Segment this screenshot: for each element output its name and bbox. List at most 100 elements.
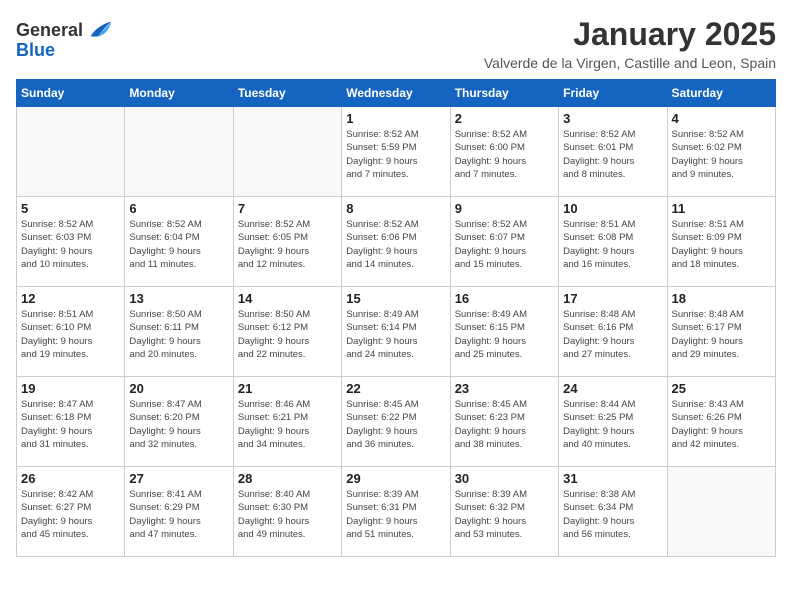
- cell-info: Sunrise: 8:38 AM Sunset: 6:34 PM Dayligh…: [563, 488, 662, 541]
- cell-info: Sunrise: 8:49 AM Sunset: 6:14 PM Dayligh…: [346, 308, 445, 361]
- logo-text-general: General: [16, 20, 83, 41]
- calendar-week-row: 26 Sunrise: 8:42 AM Sunset: 6:27 PM Dayli…: [17, 467, 776, 557]
- day-number: 20: [129, 381, 228, 396]
- cell-info: Sunrise: 8:48 AM Sunset: 6:16 PM Dayligh…: [563, 308, 662, 361]
- day-number: 7: [238, 201, 337, 216]
- cell-info: Sunrise: 8:42 AM Sunset: 6:27 PM Dayligh…: [21, 488, 120, 541]
- calendar-cell: 12 Sunrise: 8:51 AM Sunset: 6:10 PM Dayli…: [17, 287, 125, 377]
- day-header-monday: Monday: [125, 80, 233, 107]
- day-number: 22: [346, 381, 445, 396]
- header: General Blue January 2025 Valverde de la…: [16, 16, 776, 71]
- day-number: 26: [21, 471, 120, 486]
- calendar-cell: 24 Sunrise: 8:44 AM Sunset: 6:25 PM Dayli…: [559, 377, 667, 467]
- calendar-cell: 4 Sunrise: 8:52 AM Sunset: 6:02 PM Daylig…: [667, 107, 775, 197]
- calendar-cell: 1 Sunrise: 8:52 AM Sunset: 5:59 PM Daylig…: [342, 107, 450, 197]
- day-number: 8: [346, 201, 445, 216]
- cell-info: Sunrise: 8:52 AM Sunset: 6:00 PM Dayligh…: [455, 128, 554, 181]
- day-number: 9: [455, 201, 554, 216]
- calendar-cell: 18Sunrise: 8:48 AM Sunset: 6:17 PM Dayli…: [667, 287, 775, 377]
- cell-info: Sunrise: 8:51 AM Sunset: 6:10 PM Dayligh…: [21, 308, 120, 361]
- calendar-cell: 3 Sunrise: 8:52 AM Sunset: 6:01 PM Daylig…: [559, 107, 667, 197]
- cell-info: Sunrise: 8:44 AM Sunset: 6:25 PM Dayligh…: [563, 398, 662, 451]
- day-header-thursday: Thursday: [450, 80, 558, 107]
- calendar-header-row: SundayMondayTuesdayWednesdayThursdayFrid…: [17, 80, 776, 107]
- calendar-cell: 29Sunrise: 8:39 AM Sunset: 6:31 PM Dayli…: [342, 467, 450, 557]
- calendar-cell: [667, 467, 775, 557]
- cell-info: Sunrise: 8:47 AM Sunset: 6:18 PM Dayligh…: [21, 398, 120, 451]
- logo: General Blue: [16, 16, 113, 61]
- calendar-cell: 19 Sunrise: 8:47 AM Sunset: 6:18 PM Dayli…: [17, 377, 125, 467]
- day-number: 23: [455, 381, 554, 396]
- day-number: 25: [672, 381, 771, 396]
- calendar-cell: 13Sunrise: 8:50 AM Sunset: 6:11 PM Dayli…: [125, 287, 233, 377]
- day-number: 4: [672, 111, 771, 126]
- calendar-cell: 2Sunrise: 8:52 AM Sunset: 6:00 PM Daylig…: [450, 107, 558, 197]
- day-header-wednesday: Wednesday: [342, 80, 450, 107]
- logo-bird-icon: [85, 16, 113, 44]
- calendar-cell: 30 Sunrise: 8:39 AM Sunset: 6:32 PM Dayli…: [450, 467, 558, 557]
- cell-info: Sunrise: 8:52 AM Sunset: 5:59 PM Dayligh…: [346, 128, 445, 181]
- day-number: 6: [129, 201, 228, 216]
- calendar-week-row: 5 Sunrise: 8:52 AM Sunset: 6:03 PM Daylig…: [17, 197, 776, 287]
- day-number: 12: [21, 291, 120, 306]
- day-number: 27: [129, 471, 228, 486]
- cell-info: Sunrise: 8:51 AM Sunset: 6:08 PM Dayligh…: [563, 218, 662, 271]
- calendar-cell: 14 Sunrise: 8:50 AM Sunset: 6:12 PM Dayli…: [233, 287, 341, 377]
- day-number: 24: [563, 381, 662, 396]
- cell-info: Sunrise: 8:51 AM Sunset: 6:09 PM Dayligh…: [672, 218, 771, 271]
- day-number: 14: [238, 291, 337, 306]
- calendar-cell: 25 Sunrise: 8:43 AM Sunset: 6:26 PM Dayli…: [667, 377, 775, 467]
- cell-info: Sunrise: 8:40 AM Sunset: 6:30 PM Dayligh…: [238, 488, 337, 541]
- calendar-cell: 7 Sunrise: 8:52 AM Sunset: 6:05 PM Daylig…: [233, 197, 341, 287]
- calendar-cell: 31 Sunrise: 8:38 AM Sunset: 6:34 PM Dayli…: [559, 467, 667, 557]
- calendar-cell: 10 Sunrise: 8:51 AM Sunset: 6:08 PM Dayli…: [559, 197, 667, 287]
- calendar-cell: [233, 107, 341, 197]
- cell-info: Sunrise: 8:39 AM Sunset: 6:32 PM Dayligh…: [455, 488, 554, 541]
- calendar-cell: 28 Sunrise: 8:40 AM Sunset: 6:30 PM Dayli…: [233, 467, 341, 557]
- day-number: 13: [129, 291, 228, 306]
- calendar-cell: 15 Sunrise: 8:49 AM Sunset: 6:14 PM Dayli…: [342, 287, 450, 377]
- calendar-table: SundayMondayTuesdayWednesdayThursdayFrid…: [16, 79, 776, 557]
- day-number: 18: [672, 291, 771, 306]
- day-number: 28: [238, 471, 337, 486]
- cell-info: Sunrise: 8:43 AM Sunset: 6:26 PM Dayligh…: [672, 398, 771, 451]
- calendar-cell: 20 Sunrise: 8:47 AM Sunset: 6:20 PM Dayli…: [125, 377, 233, 467]
- title-area: January 2025 Valverde de la Virgen, Cast…: [484, 16, 776, 71]
- calendar-week-row: 12 Sunrise: 8:51 AM Sunset: 6:10 PM Dayli…: [17, 287, 776, 377]
- calendar-cell: 6 Sunrise: 8:52 AM Sunset: 6:04 PM Daylig…: [125, 197, 233, 287]
- day-number: 31: [563, 471, 662, 486]
- calendar-cell: 22Sunrise: 8:45 AM Sunset: 6:22 PM Dayli…: [342, 377, 450, 467]
- calendar-cell: 21Sunrise: 8:46 AM Sunset: 6:21 PM Dayli…: [233, 377, 341, 467]
- day-header-friday: Friday: [559, 80, 667, 107]
- calendar-week-row: 19 Sunrise: 8:47 AM Sunset: 6:18 PM Dayli…: [17, 377, 776, 467]
- calendar-cell: 11Sunrise: 8:51 AM Sunset: 6:09 PM Dayli…: [667, 197, 775, 287]
- day-number: 3: [563, 111, 662, 126]
- cell-info: Sunrise: 8:52 AM Sunset: 6:01 PM Dayligh…: [563, 128, 662, 181]
- calendar-cell: 23Sunrise: 8:45 AM Sunset: 6:23 PM Dayli…: [450, 377, 558, 467]
- cell-info: Sunrise: 8:49 AM Sunset: 6:15 PM Dayligh…: [455, 308, 554, 361]
- cell-info: Sunrise: 8:52 AM Sunset: 6:05 PM Dayligh…: [238, 218, 337, 271]
- cell-info: Sunrise: 8:50 AM Sunset: 6:12 PM Dayligh…: [238, 308, 337, 361]
- calendar-cell: 27 Sunrise: 8:41 AM Sunset: 6:29 PM Dayli…: [125, 467, 233, 557]
- day-number: 19: [21, 381, 120, 396]
- day-number: 5: [21, 201, 120, 216]
- day-number: 1: [346, 111, 445, 126]
- cell-info: Sunrise: 8:47 AM Sunset: 6:20 PM Dayligh…: [129, 398, 228, 451]
- day-number: 30: [455, 471, 554, 486]
- cell-info: Sunrise: 8:41 AM Sunset: 6:29 PM Dayligh…: [129, 488, 228, 541]
- calendar-cell: [125, 107, 233, 197]
- day-number: 15: [346, 291, 445, 306]
- day-number: 16: [455, 291, 554, 306]
- day-number: 10: [563, 201, 662, 216]
- logo-text-blue: Blue: [16, 40, 55, 61]
- cell-info: Sunrise: 8:52 AM Sunset: 6:03 PM Dayligh…: [21, 218, 120, 271]
- calendar-cell: 5 Sunrise: 8:52 AM Sunset: 6:03 PM Daylig…: [17, 197, 125, 287]
- cell-info: Sunrise: 8:52 AM Sunset: 6:04 PM Dayligh…: [129, 218, 228, 271]
- cell-info: Sunrise: 8:52 AM Sunset: 6:02 PM Dayligh…: [672, 128, 771, 181]
- day-number: 21: [238, 381, 337, 396]
- day-header-saturday: Saturday: [667, 80, 775, 107]
- month-title: January 2025: [484, 16, 776, 53]
- calendar-cell: [17, 107, 125, 197]
- calendar-cell: 17Sunrise: 8:48 AM Sunset: 6:16 PM Dayli…: [559, 287, 667, 377]
- day-header-tuesday: Tuesday: [233, 80, 341, 107]
